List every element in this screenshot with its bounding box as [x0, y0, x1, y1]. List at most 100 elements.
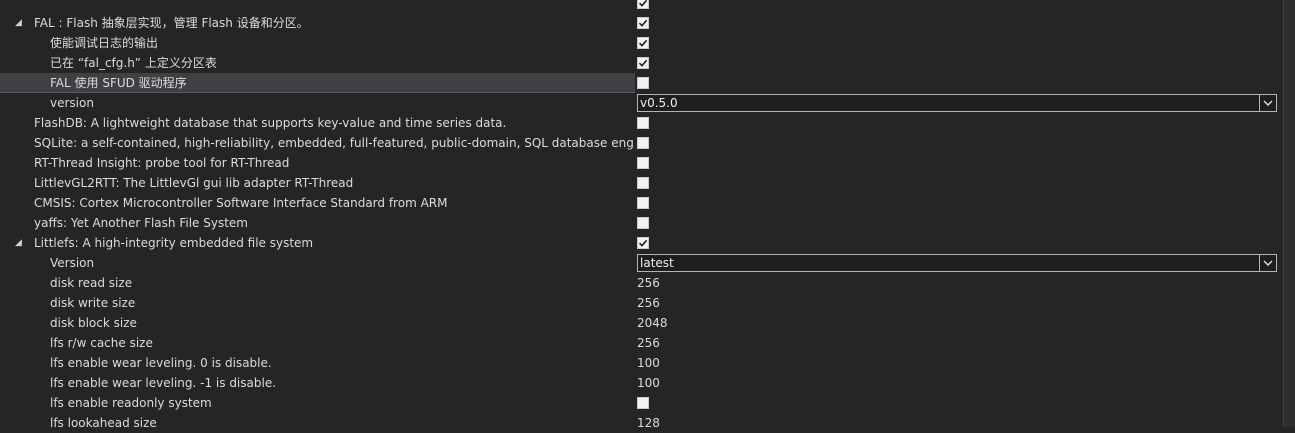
property-name-cell[interactable]: disk write size	[0, 293, 635, 313]
property-select[interactable]: latest	[637, 254, 1277, 272]
property-row-fal-flash-flash[interactable]: ◢ FAL : Flash 抽象层实现，管理 Flash 设备和分区。	[0, 13, 1283, 33]
property-value-cell: 100	[637, 353, 1283, 373]
property-checkbox[interactable]	[637, 217, 649, 229]
property-row-disk-write-size[interactable]: disk write size 256	[0, 293, 1283, 313]
property-value-cell	[637, 13, 1283, 33]
property-value-text[interactable]: 256	[637, 273, 660, 293]
vertical-scrollbar[interactable]	[1283, 0, 1295, 427]
property-checkbox[interactable]	[637, 157, 649, 169]
property-value-cell: 256	[637, 273, 1283, 293]
property-label: yaffs: Yet Another Flash File System	[34, 216, 248, 230]
property-name-cell[interactable]: disk read size	[0, 273, 635, 293]
property-name-cell[interactable]: lfs r/w cache size	[0, 333, 635, 353]
property-row-lfs-r-w-cache-size[interactable]: lfs r/w cache size 256	[0, 333, 1283, 353]
property-value-cell: 100	[637, 373, 1283, 393]
property-label: LittlevGL2RTT: The LittlevGl gui lib ada…	[34, 176, 354, 190]
property-value-text[interactable]: 128	[637, 413, 660, 433]
property-checkbox[interactable]	[637, 77, 649, 89]
property-name-cell[interactable]: ◢ Littlefs: A high-integrity embedded fil…	[0, 233, 635, 253]
property-label: Littlefs: A high-integrity embedded file…	[34, 236, 314, 250]
property-name-cell[interactable]: lfs enable wear leveling. -1 is disable.	[0, 373, 635, 393]
property-label: CMSIS: Cortex Microcontroller Software I…	[34, 196, 448, 210]
property-grid: ◢ FAL : Flash 抽象层实现，管理 Flash 设备和分区。 使能调试日志…	[0, 0, 1283, 433]
property-name-cell[interactable]: lfs lookahead size	[0, 413, 635, 433]
property-row-version[interactable]: Version latest	[0, 253, 1283, 273]
property-name-cell[interactable]: Version	[0, 253, 635, 273]
property-name-cell[interactable]: FAL 使用 SFUD 驱动程序	[0, 73, 635, 93]
select-value: latest	[640, 256, 674, 270]
checkmark-icon	[638, 19, 648, 27]
property-name-cell[interactable]: lfs enable readonly system	[0, 393, 635, 413]
property-checkbox[interactable]	[637, 17, 649, 29]
property-checkbox[interactable]	[637, 137, 649, 149]
property-label: disk block size	[50, 316, 137, 330]
property-name-cell[interactable]: disk block size	[0, 313, 635, 333]
property-row-lfs-lookahead-size[interactable]: lfs lookahead size 128	[0, 413, 1283, 433]
property-row-lfs-enable-readonly-system[interactable]: lfs enable readonly system	[0, 393, 1283, 413]
property-value-text[interactable]: 256	[637, 293, 660, 313]
property-value-cell	[637, 233, 1283, 253]
property-row-row[interactable]	[0, 0, 1283, 13]
property-value-text[interactable]: 2048	[637, 313, 668, 333]
property-name-cell[interactable]: version	[0, 93, 635, 113]
dropdown-button[interactable]	[1259, 95, 1276, 111]
dropdown-button[interactable]	[1259, 255, 1276, 271]
property-checkbox[interactable]	[637, 117, 649, 129]
property-value-text[interactable]: 256	[637, 333, 660, 353]
property-row-flashdb-a-lightweight-database-that-supp[interactable]: FlashDB: A lightweight database that sup…	[0, 113, 1283, 133]
property-label: Version	[50, 256, 95, 270]
property-value-cell	[637, 33, 1283, 53]
property-checkbox[interactable]	[637, 57, 649, 69]
property-checkbox[interactable]	[637, 0, 649, 9]
property-name-cell[interactable]: 已在 “fal_cfg.h” 上定义分区表	[0, 53, 635, 73]
property-label: RT-Thread Insight: probe tool for RT-Thr…	[34, 156, 290, 170]
property-name-cell[interactable]: CMSIS: Cortex Microcontroller Software I…	[0, 193, 635, 213]
property-label: lfs r/w cache size	[50, 336, 153, 350]
property-checkbox[interactable]	[637, 177, 649, 189]
property-value-cell: v0.5.0	[637, 93, 1283, 113]
property-label: version	[50, 96, 94, 110]
property-name-cell[interactable]: RT-Thread Insight: probe tool for RT-Thr…	[0, 153, 635, 173]
property-row-sqlite-a-self-contained-high-reliability[interactable]: SQLite: a self-contained, high-reliabili…	[0, 133, 1283, 153]
property-name-cell[interactable]: lfs enable wear leveling. 0 is disable.	[0, 353, 635, 373]
property-row-lfs-enable-wear-leveling-0-is-disable[interactable]: lfs enable wear leveling. 0 is disable. 1…	[0, 353, 1283, 373]
property-value-cell: latest	[637, 253, 1283, 273]
property-row-fal-sfud[interactable]: FAL 使用 SFUD 驱动程序	[0, 73, 1283, 93]
property-row-littlefs-a-high-integrity-embedded-file-[interactable]: ◢ Littlefs: A high-integrity embedded fil…	[0, 233, 1283, 253]
property-name-cell[interactable]: SQLite: a self-contained, high-reliabili…	[0, 133, 635, 153]
property-row-disk-block-size[interactable]: disk block size 2048	[0, 313, 1283, 333]
property-name-cell[interactable]: 使能调试日志的输出	[0, 33, 635, 53]
property-checkbox[interactable]	[637, 237, 649, 249]
property-row-littlevgl2rtt-the-littlevgl-gui-lib-adap[interactable]: LittlevGL2RTT: The LittlevGl gui lib ada…	[0, 173, 1283, 193]
property-name-cell[interactable]: yaffs: Yet Another Flash File System	[0, 213, 635, 233]
property-row-cmsis-cortex-microcontroller-software-in[interactable]: CMSIS: Cortex Microcontroller Software I…	[0, 193, 1283, 213]
property-row-version[interactable]: version v0.5.0	[0, 93, 1283, 113]
property-name-cell[interactable]: ◢ FAL : Flash 抽象层实现，管理 Flash 设备和分区。	[0, 13, 635, 33]
property-name-cell[interactable]: LittlevGL2RTT: The LittlevGl gui lib ada…	[0, 173, 635, 193]
property-checkbox[interactable]	[637, 397, 649, 409]
property-row-disk-read-size[interactable]: disk read size 256	[0, 273, 1283, 293]
property-label: FAL 使用 SFUD 驱动程序	[50, 76, 187, 90]
property-label: lfs enable wear leveling. 0 is disable.	[50, 356, 272, 370]
checkmark-icon	[638, 59, 648, 67]
checkmark-icon	[638, 239, 648, 247]
property-name-cell[interactable]: FlashDB: A lightweight database that sup…	[0, 113, 635, 133]
property-value-text[interactable]: 100	[637, 373, 660, 393]
property-value-cell	[637, 0, 1283, 13]
property-name-cell[interactable]	[0, 0, 635, 13]
property-row-fal-cfg-h[interactable]: 已在 “fal_cfg.h” 上定义分区表	[0, 53, 1283, 73]
property-checkbox[interactable]	[637, 197, 649, 209]
property-select[interactable]: v0.5.0	[637, 94, 1277, 112]
collapse-triangle-icon[interactable]: ◢	[15, 233, 22, 253]
property-checkbox[interactable]	[637, 37, 649, 49]
collapse-triangle-icon[interactable]: ◢	[15, 13, 22, 33]
property-label: lfs enable wear leveling. -1 is disable.	[50, 376, 277, 390]
property-label: lfs enable readonly system	[50, 396, 212, 410]
property-row-row[interactable]: 使能调试日志的输出	[0, 33, 1283, 53]
property-value-text[interactable]: 100	[637, 353, 660, 373]
property-value-cell	[637, 173, 1283, 193]
property-value-cell	[637, 133, 1283, 153]
property-row-yaffs-yet-another-flash-file-system[interactable]: yaffs: Yet Another Flash File System	[0, 213, 1283, 233]
property-row-lfs-enable-wear-leveling-1-is-disable[interactable]: lfs enable wear leveling. -1 is disable.…	[0, 373, 1283, 393]
property-row-rt-thread-insight-probe-tool-for-rt-thre[interactable]: RT-Thread Insight: probe tool for RT-Thr…	[0, 153, 1283, 173]
